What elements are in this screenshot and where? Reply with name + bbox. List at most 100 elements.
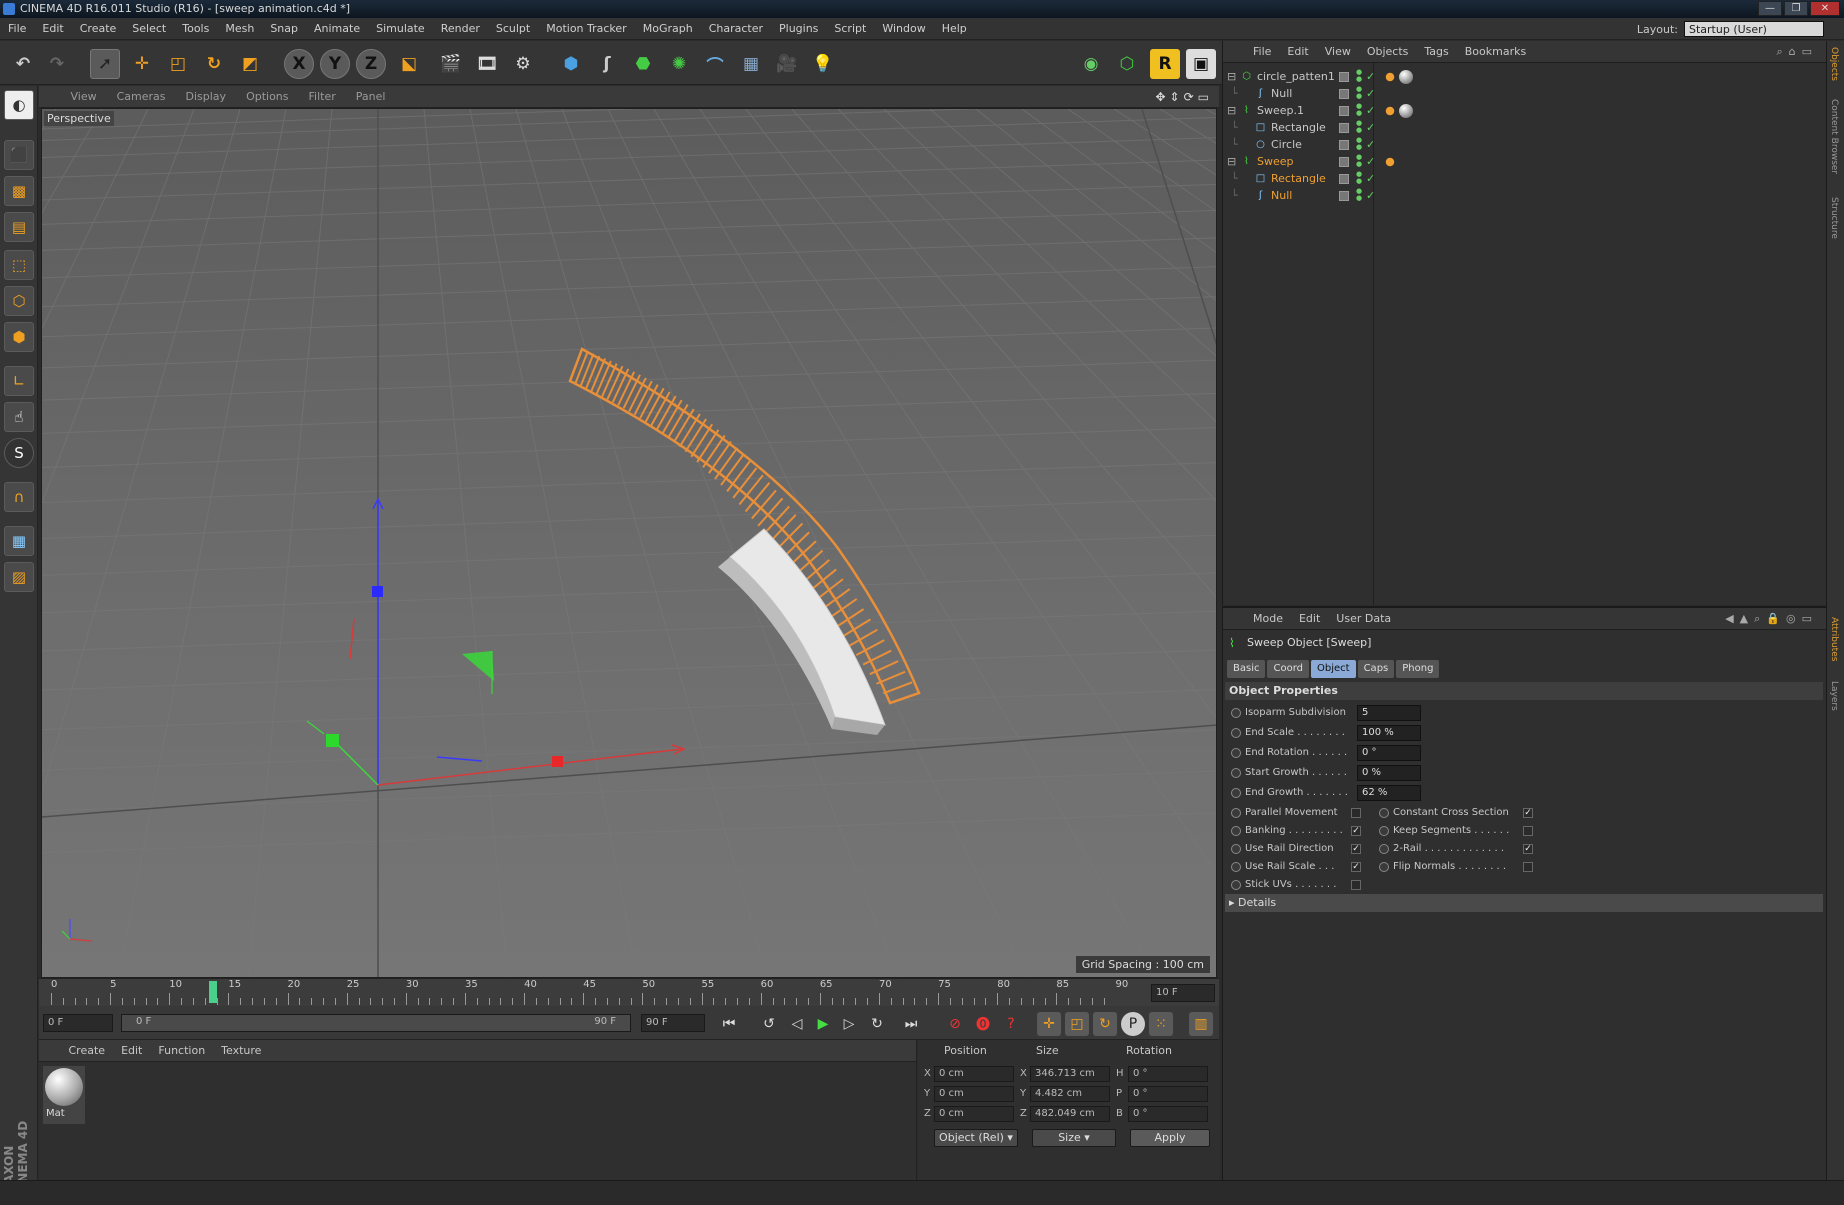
- attr-checkbox[interactable]: [1523, 826, 1533, 836]
- timeline-window-icon[interactable]: ▥: [1189, 1012, 1213, 1036]
- menu-create[interactable]: Create: [72, 18, 125, 40]
- rot-h-field[interactable]: 0 °: [1128, 1066, 1208, 1082]
- go-to-start-icon[interactable]: ⏮: [717, 1012, 741, 1036]
- edges-mode-icon[interactable]: ⬡: [4, 286, 34, 316]
- go-to-end-icon[interactable]: ⏭: [899, 1012, 923, 1036]
- material-swatch[interactable]: Mat: [43, 1066, 85, 1124]
- size-x-field[interactable]: 346.713 cm: [1030, 1066, 1110, 1082]
- max-time-field[interactable]: 90 F: [641, 1014, 705, 1032]
- record-active-icon[interactable]: ⊘: [943, 1012, 967, 1036]
- rotate-tool-icon[interactable]: ↻: [199, 49, 229, 79]
- side-tab-structure[interactable]: Structure: [1829, 197, 1839, 239]
- undo-icon[interactable]: ↶: [8, 49, 38, 79]
- viewport-nav-icons[interactable]: ✥⇕⟳▭: [1155, 90, 1213, 104]
- render-visibility-dots[interactable]: ● ●: [1356, 188, 1364, 204]
- camera-icon[interactable]: 🎥: [772, 49, 802, 79]
- light-icon[interactable]: 💡: [808, 49, 838, 79]
- points-mode-icon[interactable]: ⬚: [4, 250, 34, 280]
- animate-radio-icon[interactable]: [1231, 862, 1241, 872]
- magnet-icon[interactable]: ∩: [4, 482, 34, 512]
- x-axis-lock-button[interactable]: X: [284, 49, 314, 79]
- viewport-menu-options[interactable]: Options: [236, 86, 298, 108]
- animate-radio-icon[interactable]: [1379, 826, 1389, 836]
- animate-radio-icon[interactable]: [1231, 768, 1241, 778]
- side-tab-content-browser[interactable]: Content Browser: [1829, 99, 1839, 174]
- texture-mode-icon[interactable]: ▩: [4, 176, 34, 206]
- attr-field-value[interactable]: 62 %: [1357, 785, 1421, 801]
- autokey-icon[interactable]: ⓿: [971, 1012, 995, 1036]
- menu-tools[interactable]: Tools: [174, 18, 217, 40]
- viewport-menu-view[interactable]: View: [61, 86, 107, 108]
- tab-caps[interactable]: Caps: [1357, 660, 1395, 678]
- next-key-icon[interactable]: ↻: [865, 1012, 889, 1036]
- axis-mode-icon[interactable]: ∟: [4, 366, 34, 396]
- layout-dropdown[interactable]: Startup (User): [1684, 21, 1824, 37]
- playhead-marker[interactable]: [209, 981, 217, 1003]
- maximize-button[interactable]: ❐: [1784, 1, 1808, 16]
- menu-snap[interactable]: Snap: [262, 18, 306, 40]
- record-scale-icon[interactable]: ◰: [1065, 1012, 1089, 1036]
- rot-b-field[interactable]: 0 °: [1128, 1106, 1208, 1122]
- render-visibility-dots[interactable]: ● ●: [1356, 154, 1364, 170]
- attr-checkbox[interactable]: [1351, 880, 1361, 890]
- attr-menu-edit[interactable]: Edit: [1291, 608, 1328, 630]
- scale-tool-icon[interactable]: ◰: [163, 49, 193, 79]
- recent-tool-icon[interactable]: ◩: [235, 49, 265, 79]
- cube-primitive-icon[interactable]: ⬢: [556, 49, 586, 79]
- material-menu-texture[interactable]: Texture: [213, 1040, 269, 1062]
- viewport-menu-display[interactable]: Display: [176, 86, 237, 108]
- material-tag-icon[interactable]: [1399, 70, 1413, 84]
- enabled-check-icon[interactable]: ✓: [1366, 186, 1375, 206]
- select-tool-icon[interactable]: ➚: [90, 49, 120, 79]
- minimize-button[interactable]: —: [1758, 1, 1782, 16]
- time-range-slider[interactable]: 0 F 90 F: [121, 1014, 631, 1032]
- size-y-field[interactable]: 4.482 cm: [1030, 1086, 1110, 1102]
- render-settings-icon[interactable]: ⚙: [508, 49, 538, 79]
- record-parameter-icon[interactable]: P: [1121, 1012, 1145, 1036]
- objmgr-menu-view[interactable]: View: [1317, 41, 1359, 63]
- editor-visibility-toggle[interactable]: [1339, 191, 1349, 201]
- animate-radio-icon[interactable]: [1379, 808, 1389, 818]
- viewport-menu-filter[interactable]: Filter: [299, 86, 346, 108]
- pos-y-field[interactable]: 0 cm: [934, 1086, 1014, 1102]
- attr-checkbox[interactable]: ✓: [1351, 844, 1361, 854]
- tag-icon[interactable]: [1383, 70, 1397, 84]
- spline-icon[interactable]: ʃ: [592, 49, 622, 79]
- material-menu-create[interactable]: Create: [61, 1040, 114, 1062]
- coordinate-system-icon[interactable]: ⬕: [394, 49, 424, 79]
- min-time-field[interactable]: 0 F: [43, 1014, 113, 1032]
- menu-sculpt[interactable]: Sculpt: [488, 18, 538, 40]
- previous-key-icon[interactable]: ↺: [757, 1012, 781, 1036]
- model-mode-icon[interactable]: ⬛: [4, 140, 34, 170]
- y-axis-lock-button[interactable]: Y: [320, 49, 350, 79]
- animate-radio-icon[interactable]: [1379, 862, 1389, 872]
- size-z-field[interactable]: 482.049 cm: [1030, 1106, 1110, 1122]
- tab-object[interactable]: Object: [1311, 660, 1356, 678]
- animate-radio-icon[interactable]: [1231, 826, 1241, 836]
- editor-visibility-toggle[interactable]: [1339, 140, 1349, 150]
- objmgr-menu-tags[interactable]: Tags: [1416, 41, 1456, 63]
- objmgr-menu-edit[interactable]: Edit: [1279, 41, 1316, 63]
- menu-mesh[interactable]: Mesh: [217, 18, 262, 40]
- object-name[interactable]: Null: [1271, 186, 1292, 206]
- attr-checkbox[interactable]: ✓: [1523, 808, 1533, 818]
- menu-plugins[interactable]: Plugins: [771, 18, 826, 40]
- object-row[interactable]: └ ʃ Null ● ● ✓: [1223, 186, 1827, 206]
- close-button[interactable]: ✕: [1810, 1, 1840, 16]
- render-visibility-dots[interactable]: ● ●: [1356, 120, 1364, 136]
- animate-radio-icon[interactable]: [1231, 844, 1241, 854]
- render-visibility-dots[interactable]: ● ●: [1356, 69, 1364, 85]
- menu-edit[interactable]: Edit: [34, 18, 71, 40]
- attr-nav-icons[interactable]: ◀▲⌕🔒◎▭: [1725, 612, 1818, 626]
- animate-radio-icon[interactable]: [1231, 788, 1241, 798]
- viewport-menu-cameras[interactable]: Cameras: [107, 86, 176, 108]
- next-frame-icon[interactable]: ▷: [837, 1012, 861, 1036]
- editor-visibility-toggle[interactable]: [1339, 157, 1349, 167]
- menu-mograph[interactable]: MoGraph: [635, 18, 701, 40]
- side-tab-attributes[interactable]: Attributes: [1829, 617, 1839, 661]
- floor-icon[interactable]: ▦: [736, 49, 766, 79]
- polygons-mode-icon[interactable]: ⬢: [4, 322, 34, 352]
- record-pla-icon[interactable]: ⁙: [1149, 1012, 1173, 1036]
- keyframe-selection-icon[interactable]: ?: [999, 1012, 1023, 1036]
- tweak-mode-icon[interactable]: ☝: [4, 402, 34, 432]
